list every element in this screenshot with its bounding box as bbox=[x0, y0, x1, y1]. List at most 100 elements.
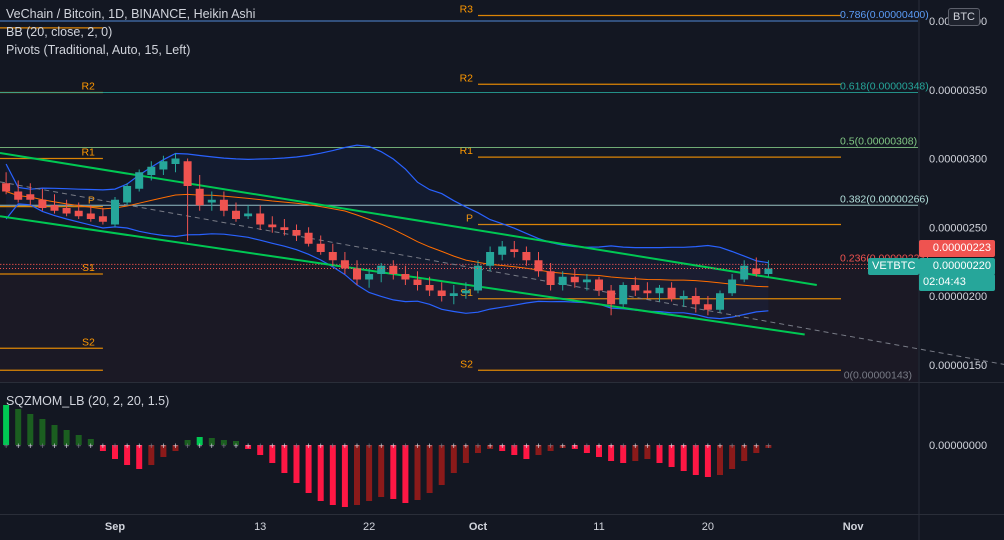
squeeze-dot: + bbox=[427, 441, 432, 451]
squeeze-dot: + bbox=[487, 441, 492, 451]
candle-body bbox=[582, 279, 591, 283]
chart-title: VeChain / Bitcoin, 1D, BINANCE, Heikin A… bbox=[6, 7, 256, 21]
candle-body bbox=[607, 290, 616, 305]
squeeze-dot: + bbox=[766, 441, 771, 451]
candle-body bbox=[716, 293, 724, 310]
candle-body bbox=[26, 194, 35, 200]
squeeze-dot: + bbox=[524, 441, 529, 451]
candle-body bbox=[498, 246, 507, 255]
candle-body bbox=[365, 274, 374, 280]
bb-indicator-legend[interactable]: BB (20, close, 2, 0) bbox=[6, 24, 112, 40]
fib-label-0.618: 0.618(0.00000348) bbox=[840, 81, 929, 93]
momentum-bar bbox=[390, 445, 397, 499]
candle-body bbox=[219, 199, 228, 211]
squeeze-dot: + bbox=[754, 441, 759, 451]
price-tick-label: 0.00000200 bbox=[929, 291, 987, 303]
squeeze-dot: + bbox=[596, 441, 601, 451]
time-tick-label: 11 bbox=[593, 521, 604, 533]
last-price-badge: 0.00000223 bbox=[919, 240, 995, 257]
candle-body bbox=[135, 172, 144, 189]
squeeze-dot: + bbox=[3, 441, 8, 451]
squeeze-dot: + bbox=[16, 441, 21, 451]
candle-body bbox=[38, 199, 47, 208]
bar-countdown: 02:04:43 bbox=[919, 274, 995, 291]
pivot-label-s2: S2 bbox=[82, 336, 95, 348]
candle-body bbox=[534, 260, 543, 272]
squeeze-dot: + bbox=[233, 441, 238, 451]
squeeze-dot: + bbox=[500, 441, 505, 451]
main-chart[interactable]: R2R1PS1S2R3R2R1PS1S2 0.786(0.00000400)0.… bbox=[0, 0, 1004, 540]
candle-body bbox=[740, 265, 749, 280]
squeeze-dot: + bbox=[258, 441, 263, 451]
candle-body bbox=[728, 279, 737, 294]
fib-label-0.382: 0.382(0.00000266) bbox=[840, 193, 929, 205]
squeeze-dot: + bbox=[681, 441, 686, 451]
squeeze-dot: + bbox=[221, 441, 226, 451]
squeeze-dot: + bbox=[439, 441, 444, 451]
momentum-bar bbox=[3, 405, 10, 445]
momentum-bar bbox=[402, 445, 409, 503]
candle-body bbox=[401, 274, 410, 280]
oscillator-legend[interactable]: SQZMOM_LB (20, 2, 20, 1.5) bbox=[6, 393, 169, 409]
candle-body bbox=[752, 268, 761, 274]
squeeze-dot: + bbox=[572, 441, 577, 451]
squeeze-dot: + bbox=[536, 441, 541, 451]
squeeze-dot: + bbox=[28, 441, 33, 451]
candle-body bbox=[667, 287, 676, 299]
squeeze-dot: + bbox=[161, 441, 166, 451]
pivot-label-r1: R1 bbox=[460, 145, 474, 157]
candle-body bbox=[425, 285, 434, 291]
squeeze-dot: + bbox=[742, 441, 747, 451]
squeeze-dot: + bbox=[717, 441, 722, 451]
fib-label-0.5: 0.5(0.00000308) bbox=[840, 136, 917, 148]
candle-body bbox=[62, 208, 71, 214]
candle-body bbox=[558, 276, 567, 285]
candle-body bbox=[183, 161, 192, 186]
squeeze-dot: + bbox=[379, 441, 384, 451]
symbol-badge: VETBTC bbox=[868, 258, 920, 275]
squeeze-dot: + bbox=[354, 441, 359, 451]
squeeze-dot: + bbox=[76, 441, 81, 451]
candle-body bbox=[147, 166, 156, 175]
candle-body bbox=[595, 279, 603, 291]
candle-body bbox=[679, 296, 688, 299]
pivot-label-r2: R2 bbox=[460, 72, 474, 84]
squeeze-dot: + bbox=[463, 441, 468, 451]
time-tick-label: 22 bbox=[363, 521, 375, 533]
currency-button[interactable]: BTC bbox=[948, 8, 980, 26]
candle-body bbox=[691, 296, 700, 305]
candle-body bbox=[546, 271, 555, 285]
candle-body bbox=[207, 199, 216, 203]
squeeze-dot: + bbox=[100, 441, 105, 451]
candle-body bbox=[474, 265, 482, 291]
squeeze-dot: + bbox=[608, 441, 613, 451]
squeeze-dot: + bbox=[197, 441, 202, 451]
candle-body bbox=[2, 183, 11, 192]
candle-body bbox=[631, 285, 640, 291]
candle-body bbox=[522, 252, 531, 261]
candle-body bbox=[292, 230, 301, 236]
squeeze-dot: + bbox=[137, 441, 142, 451]
fib-label-0.786: 0.786(0.00000400) bbox=[840, 9, 929, 21]
candle-body bbox=[171, 158, 180, 164]
pivot-label-r1: R1 bbox=[81, 147, 95, 159]
squeeze-dot: + bbox=[621, 441, 626, 451]
squeeze-dot: + bbox=[40, 441, 45, 451]
squeeze-dot: + bbox=[657, 441, 662, 451]
pivot-label-r3: R3 bbox=[460, 4, 474, 16]
candle-body bbox=[643, 290, 652, 294]
squeeze-dot: + bbox=[366, 441, 371, 451]
candle-body bbox=[14, 191, 23, 200]
squeeze-dot: + bbox=[548, 441, 553, 451]
candle-body bbox=[123, 186, 132, 203]
momentum-bar bbox=[317, 445, 324, 501]
candle-body bbox=[50, 205, 59, 211]
squeeze-dot: + bbox=[669, 441, 674, 451]
candle-body bbox=[353, 268, 361, 280]
candle-body bbox=[449, 293, 458, 296]
candle-body bbox=[619, 285, 628, 305]
squeeze-dot: + bbox=[633, 441, 638, 451]
squeeze-dot: + bbox=[112, 441, 117, 451]
momentum-bar bbox=[426, 445, 433, 493]
pivots-indicator-legend[interactable]: Pivots (Traditional, Auto, 15, Left) bbox=[6, 42, 190, 58]
